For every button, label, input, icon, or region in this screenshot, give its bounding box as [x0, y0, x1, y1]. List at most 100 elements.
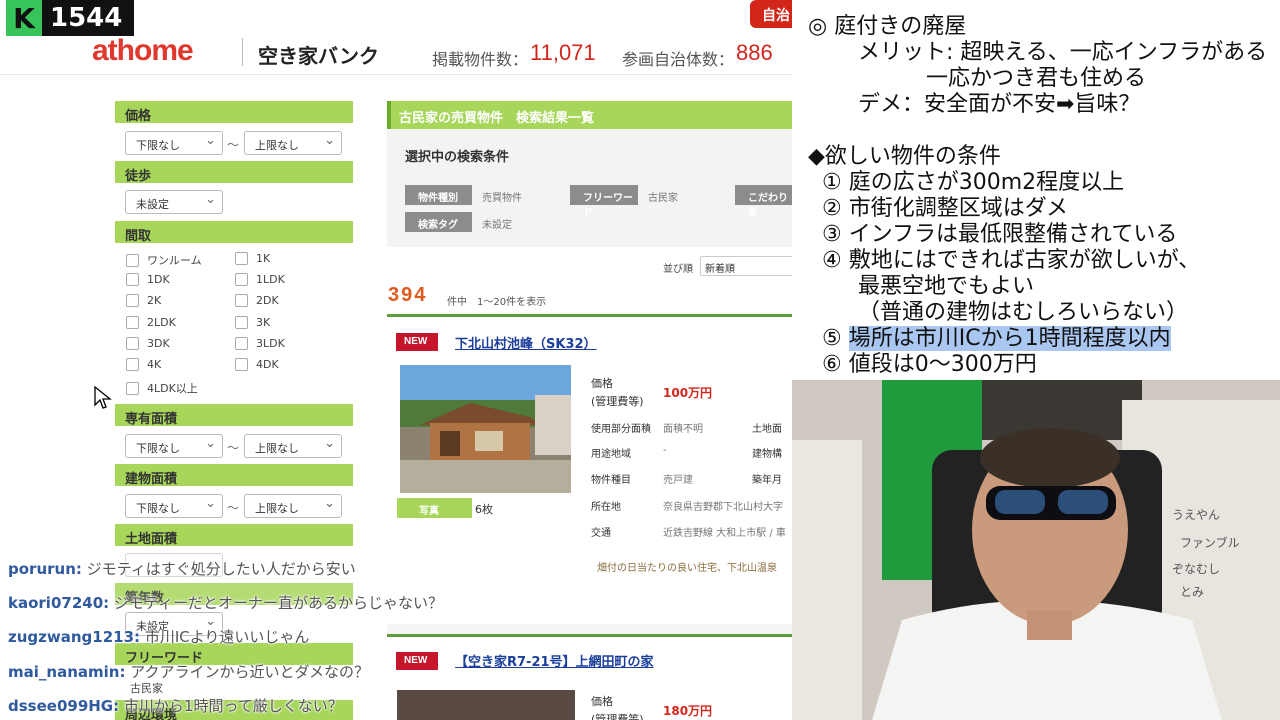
layout-checkbox[interactable]: 2DK — [235, 294, 279, 307]
new-badge: NEW — [396, 652, 438, 670]
freeword-value[interactable]: 古民家 — [130, 680, 163, 696]
municipality-tab[interactable]: 自治 — [750, 0, 792, 28]
chat-text: アクアラインから近いとダメなの？ — [130, 663, 370, 681]
k-icon: K — [6, 0, 42, 36]
condition-tag: フリーワード — [570, 185, 638, 219]
filter-land-area-header: 土地面積 — [115, 524, 353, 547]
price-label: 価格 — [591, 377, 613, 390]
athome-logo[interactable]: athome — [92, 34, 194, 68]
checkbox-icon[interactable] — [235, 316, 248, 329]
checkbox-icon[interactable] — [235, 358, 248, 371]
price-sub-label: (管理費等) — [591, 395, 644, 408]
layout-checkbox[interactable]: 4DK — [235, 358, 279, 371]
detail-label: 土地面 — [752, 424, 782, 435]
detail-label: 交通 — [591, 528, 611, 539]
mouse-cursor-icon — [94, 386, 112, 409]
listing-photo[interactable] — [400, 365, 571, 493]
listing-title-link[interactable]: 下北山村池峰（SK32） — [455, 333, 597, 352]
detail-value: 面積不明 — [663, 424, 703, 435]
note-line: デメ：安全面が不安➡旨味？ — [858, 92, 1141, 117]
filter-building-area-header: 建物面積 — [115, 464, 353, 487]
filter-layout-header: 間取 — [115, 221, 353, 244]
listing-title-link[interactable]: 【空き家R7-21号】上網田町の家 — [455, 651, 654, 670]
detail-value: 売戸建 — [663, 475, 693, 486]
checkbox-icon[interactable] — [126, 273, 139, 286]
chat-username: mai_nanamin: — [8, 663, 126, 681]
walk-select[interactable]: 未設定 — [125, 190, 223, 214]
checkbox-icon[interactable] — [235, 337, 248, 350]
layout-checkbox[interactable]: 4LDK以上 — [126, 380, 198, 396]
price-sub-label: (管理費等) — [591, 713, 644, 720]
chat-username: zugzwang1213: — [8, 628, 141, 646]
layout-checkbox[interactable]: 4K — [126, 358, 161, 371]
chat-message: mai_nanamin: アクアラインから近いとダメなの？ — [8, 661, 369, 682]
price-min-select[interactable]: 下限なし — [125, 131, 223, 155]
layout-checkbox[interactable]: 1K — [235, 252, 270, 265]
condition-tag: こだわり条 — [735, 185, 792, 219]
exclusive-area-min-select[interactable]: 下限なし — [125, 434, 223, 458]
layout-checkbox[interactable]: ワンルーム — [126, 252, 202, 268]
result-count-suffix: 件中 1〜20件を表示 — [447, 297, 547, 308]
result-count: 394 — [388, 284, 428, 306]
chat-text: 市川から1時間って厳しくない？ — [123, 697, 343, 715]
detail-label: 使用部分面積 — [591, 424, 651, 435]
filter-price-header: 価格 — [115, 101, 353, 124]
layout-checkbox[interactable]: 3K — [235, 316, 270, 329]
checkbox-icon[interactable] — [235, 252, 248, 265]
condition-tag: 検索タグ — [405, 212, 472, 232]
name-label: ぞなむし — [1172, 562, 1221, 576]
checkbox-icon[interactable] — [126, 358, 139, 371]
photo-tag: 写真 — [397, 498, 472, 518]
municipalities-value: 886 — [736, 40, 773, 65]
listing-note: 畑付の日当たりの良い住宅、下北山温泉 — [597, 563, 777, 574]
checkbox-icon[interactable] — [126, 294, 139, 307]
condition-value: 未設定 — [482, 220, 512, 231]
listing-divider — [387, 314, 792, 317]
building-area-min-select[interactable]: 下限なし — [125, 494, 223, 518]
header-divider — [0, 74, 792, 75]
name-label: とみ — [1180, 585, 1205, 599]
notes-panel: ◎ 庭付きの廃屋 メリット: 超映える、一応インフラがある 一応かつき君も住める… — [792, 0, 1280, 380]
chat-message: porurun: ジモティはすぐ処分したい人だから安い — [8, 558, 356, 579]
detail-label: 建物構 — [752, 449, 782, 460]
checkbox-icon[interactable] — [235, 273, 248, 286]
checkbox-icon[interactable] — [235, 294, 248, 307]
building-area-tilde: 〜 — [227, 501, 240, 515]
layout-checkbox[interactable]: 3DK — [126, 337, 170, 350]
layout-checkbox[interactable]: 3LDK — [235, 337, 285, 350]
checkbox-icon[interactable] — [126, 337, 139, 350]
building-area-max-select[interactable]: 上限なし — [244, 494, 342, 518]
layout-checkbox[interactable]: 1LDK — [235, 273, 285, 286]
results-header: 古民家の売買物件 検索結果一覧 — [387, 101, 792, 129]
site-subtitle: 空き家バンク — [258, 44, 379, 68]
sort-label: 並び順 — [663, 264, 693, 275]
price-tilde: 〜 — [227, 138, 240, 152]
chat-username: porurun: — [8, 560, 82, 578]
viewer-count: 1544 — [50, 3, 123, 33]
chat-text: ジモティーだとオーナー直があるからじゃない？ — [113, 594, 444, 612]
condition-value: 古民家 — [648, 193, 678, 204]
layout-checkbox[interactable]: 2LDK — [126, 316, 176, 329]
listing-photo[interactable] — [397, 690, 575, 720]
checkbox-icon[interactable] — [126, 253, 139, 267]
municipalities-label: 参画自治体数： — [622, 50, 735, 69]
chat-text: ジモティはすぐ処分したい人だから安い — [86, 560, 356, 578]
detail-label: 物件種目 — [591, 475, 631, 486]
layout-checkbox[interactable]: 2K — [126, 294, 161, 307]
exclusive-area-max-select[interactable]: 上限なし — [244, 434, 342, 458]
search-conditions-title: 選択中の検索条件 — [405, 150, 510, 165]
exclusive-area-tilde: 〜 — [227, 441, 240, 455]
name-label: ファンブル — [1180, 536, 1240, 550]
new-badge: NEW — [396, 333, 438, 351]
condition-value: 売買物件 — [482, 193, 522, 204]
detail-label: 用途地域 — [591, 449, 631, 460]
price-max-select[interactable]: 上限なし — [244, 131, 342, 155]
detail-label: 築年月 — [752, 475, 782, 486]
price-label: 価格 — [591, 695, 613, 708]
checkbox-icon[interactable] — [126, 381, 139, 395]
layout-checkbox[interactable]: 1DK — [126, 273, 170, 286]
price-value: 100万円 — [663, 386, 713, 400]
sort-select[interactable]: 新着順 — [700, 256, 792, 276]
detail-value: 奈良県吉野郡下北山村大字 — [663, 502, 783, 513]
checkbox-icon[interactable] — [126, 316, 139, 329]
